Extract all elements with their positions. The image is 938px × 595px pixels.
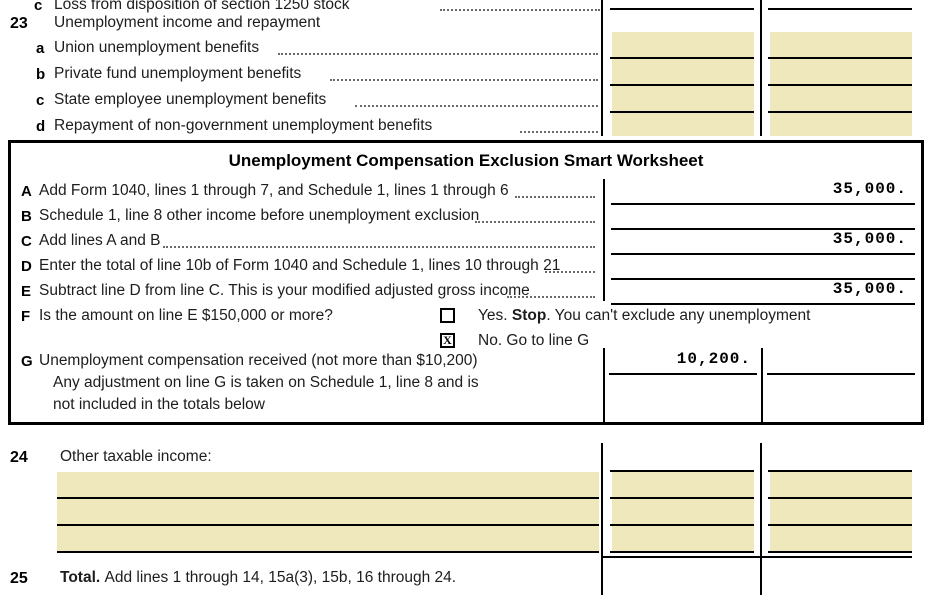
leader-dots-B — [475, 221, 595, 223]
line-23a-ref: a — [36, 40, 45, 57]
worksheet-row-B-ref: B — [21, 208, 32, 225]
entry-24-desc-row1[interactable] — [57, 472, 599, 497]
entry-23a-col1[interactable] — [612, 32, 754, 57]
entry-23b-col1[interactable] — [612, 59, 754, 84]
worksheet-row-A-ref: A — [21, 183, 32, 200]
worksheet-row-D-value[interactable] — [613, 255, 913, 277]
rule-24-col2-row3 — [768, 551, 912, 553]
line-23b-text: Private fund unemployment benefits — [54, 65, 302, 82]
line-25-number: 25 — [10, 570, 28, 587]
leader-dots-23b — [330, 79, 598, 81]
entry-24-col2-row3[interactable] — [770, 526, 912, 551]
entry-23b-col2[interactable] — [770, 59, 912, 84]
entry-24-col1-row1[interactable] — [612, 472, 754, 497]
worksheet-row-A-value[interactable]: 35,000. — [613, 180, 913, 202]
line-23c-text: State employee unemployment benefits — [54, 91, 327, 108]
entry-24-desc-row2[interactable] — [57, 499, 599, 524]
leader-dots-E — [507, 296, 595, 298]
column-divider-left-top — [601, 0, 603, 136]
entry-23d-col2[interactable] — [770, 113, 912, 136]
rule-24-total-separator — [601, 556, 912, 558]
checkbox-yes-label: Yes. Stop. You can't exclude any unemplo… — [478, 307, 810, 325]
line-24-number: 24 — [10, 449, 28, 466]
worksheet-value-divider-lower-right — [761, 348, 763, 424]
worksheet-row-C-ref: C — [21, 233, 32, 250]
line-25-text: Add lines 1 through 14, 15a(3), 15b, 16 … — [104, 569, 457, 586]
worksheet-value-divider-upper — [603, 179, 605, 301]
checkbox-yes-prefix: Yes. — [478, 307, 512, 324]
entry-23a-col2[interactable] — [770, 32, 912, 57]
worksheet-row-G-note-1: Any adjustment on line G is taken on Sch… — [53, 374, 479, 391]
rule-24-col1-row3 — [610, 551, 754, 553]
worksheet-row-B-value[interactable] — [613, 205, 913, 227]
line-25-block: 25 Total. Add lines 1 through 14, 15a(3)… — [0, 565, 938, 595]
worksheet-row-G-text: Unemployment compensation received (not … — [39, 352, 478, 369]
worksheet-row-G-note-2: not included in the totals below — [53, 396, 265, 413]
line-23-title: Unemployment income and repayment — [54, 14, 321, 31]
checkbox-yes-stop[interactable] — [440, 308, 455, 323]
entry-23c-col2[interactable] — [770, 86, 912, 111]
line-23b-ref: b — [36, 66, 46, 83]
worksheet-row-F-question: Is the amount on line E $150,000 or more… — [39, 307, 333, 324]
rule-G-col2 — [767, 373, 915, 375]
entry-24-col1-row2[interactable] — [612, 499, 754, 524]
entry-23d-col1[interactable] — [612, 113, 754, 136]
line-25-bold-prefix: Total. — [60, 569, 101, 586]
worksheet-row-E-ref: E — [21, 283, 32, 300]
worksheet-row-D-ref: D — [21, 258, 32, 275]
worksheet-row-E-value[interactable]: 35,000. — [613, 280, 913, 302]
leader-dots-23a — [278, 53, 598, 55]
worksheet-row-B-text: Schedule 1, line 8 other income before u… — [39, 207, 480, 224]
worksheet-row-E-text: Subtract line D from line C. This is you… — [39, 282, 530, 299]
checkbox-yes-bold: Stop — [511, 307, 547, 324]
unemployment-exclusion-smart-worksheet: Unemployment Compensation Exclusion Smar… — [8, 140, 924, 425]
checkbox-yes-suffix: . You can't exclude any unemployment — [546, 307, 811, 324]
line-23a-text: Union unemployment benefits — [54, 39, 260, 56]
entry-24-desc-row3[interactable] — [57, 526, 599, 551]
entry-24-col2-row1[interactable] — [770, 472, 912, 497]
line-23d-text: Repayment of non-government unemployment… — [54, 117, 433, 134]
column-divider-right-top — [760, 0, 762, 136]
leader-dots-D — [545, 271, 595, 273]
worksheet-row-D-text: Enter the total of line 10b of Form 1040… — [39, 257, 561, 274]
entry-24-col1-row3[interactable] — [612, 526, 754, 551]
worksheet-row-C-text: Add lines A and B — [39, 232, 161, 249]
worksheet-row-G-ref: G — [21, 353, 33, 370]
line-24-title: Other taxable income: — [60, 448, 212, 465]
leader-dots-A — [515, 196, 595, 198]
rule-E — [611, 303, 915, 305]
line-23-number: 23 — [10, 15, 28, 32]
entry-23c-col1[interactable] — [612, 86, 754, 111]
checkbox-no-go-to-line-g[interactable]: X — [440, 333, 455, 348]
worksheet-value-divider-lower-left — [603, 348, 605, 424]
line-23d-ref: d — [36, 118, 46, 135]
rule-G-col1 — [609, 373, 757, 375]
line-25-label: Total. Add lines 1 through 14, 15a(3), 1… — [60, 569, 456, 587]
line-23c-ref: c — [36, 92, 45, 109]
rule-24-desc-row3 — [57, 551, 599, 553]
worksheet-row-C-value[interactable]: 35,000. — [613, 230, 913, 252]
worksheet-row-G-value[interactable]: 10,200. — [611, 350, 757, 372]
rule-c-col1 — [610, 8, 754, 10]
leader-dots-23d — [520, 131, 598, 133]
entry-24-col2-row2[interactable] — [770, 499, 912, 524]
worksheet-row-F-ref: F — [21, 308, 31, 325]
worksheet-row-A-text: Add Form 1040, lines 1 through 7, and Sc… — [39, 182, 509, 199]
leader-dots-23c — [355, 105, 598, 107]
rule-c-col2 — [768, 8, 912, 10]
checkbox-no-label: No. Go to line G — [478, 332, 590, 349]
leader-dots-C — [163, 246, 595, 248]
worksheet-title: Unemployment Compensation Exclusion Smar… — [228, 151, 704, 170]
